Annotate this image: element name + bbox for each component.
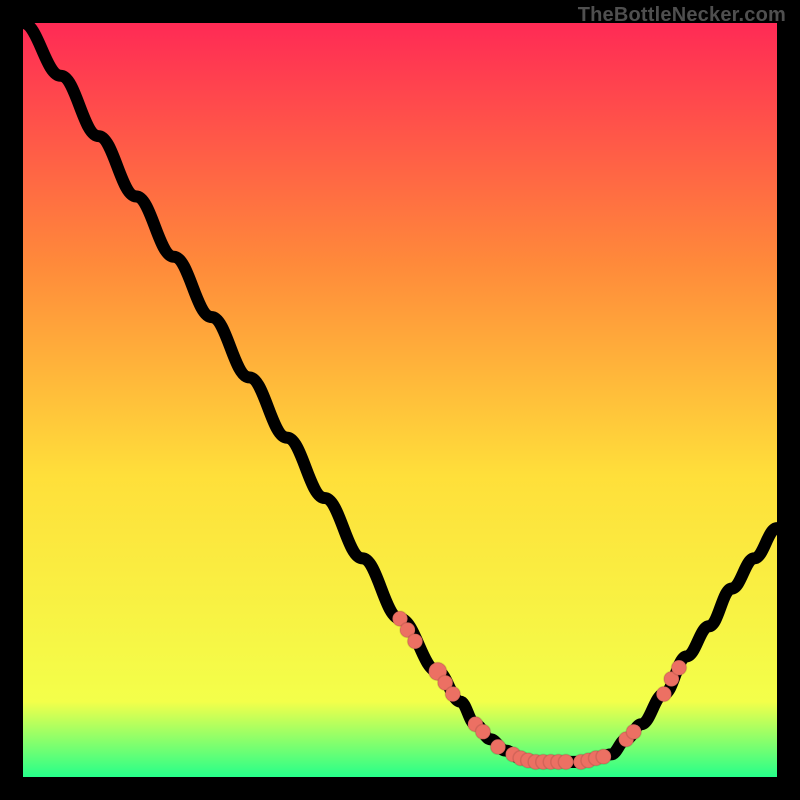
watermark-text: TheBottleNecker.com [578,4,786,27]
sample-dot [656,687,671,702]
sample-dot [475,724,490,739]
sample-dot [671,660,686,675]
sample-dot [596,749,611,764]
plot-svg [23,23,777,777]
sample-dot [558,754,573,769]
plot-frame [23,23,777,777]
gradient-background [23,23,777,777]
sample-dot [445,687,460,702]
sample-dot [408,634,423,649]
sample-dot [490,739,505,754]
chart-container: TheBottleNecker.com [0,0,800,800]
sample-dot [626,724,641,739]
